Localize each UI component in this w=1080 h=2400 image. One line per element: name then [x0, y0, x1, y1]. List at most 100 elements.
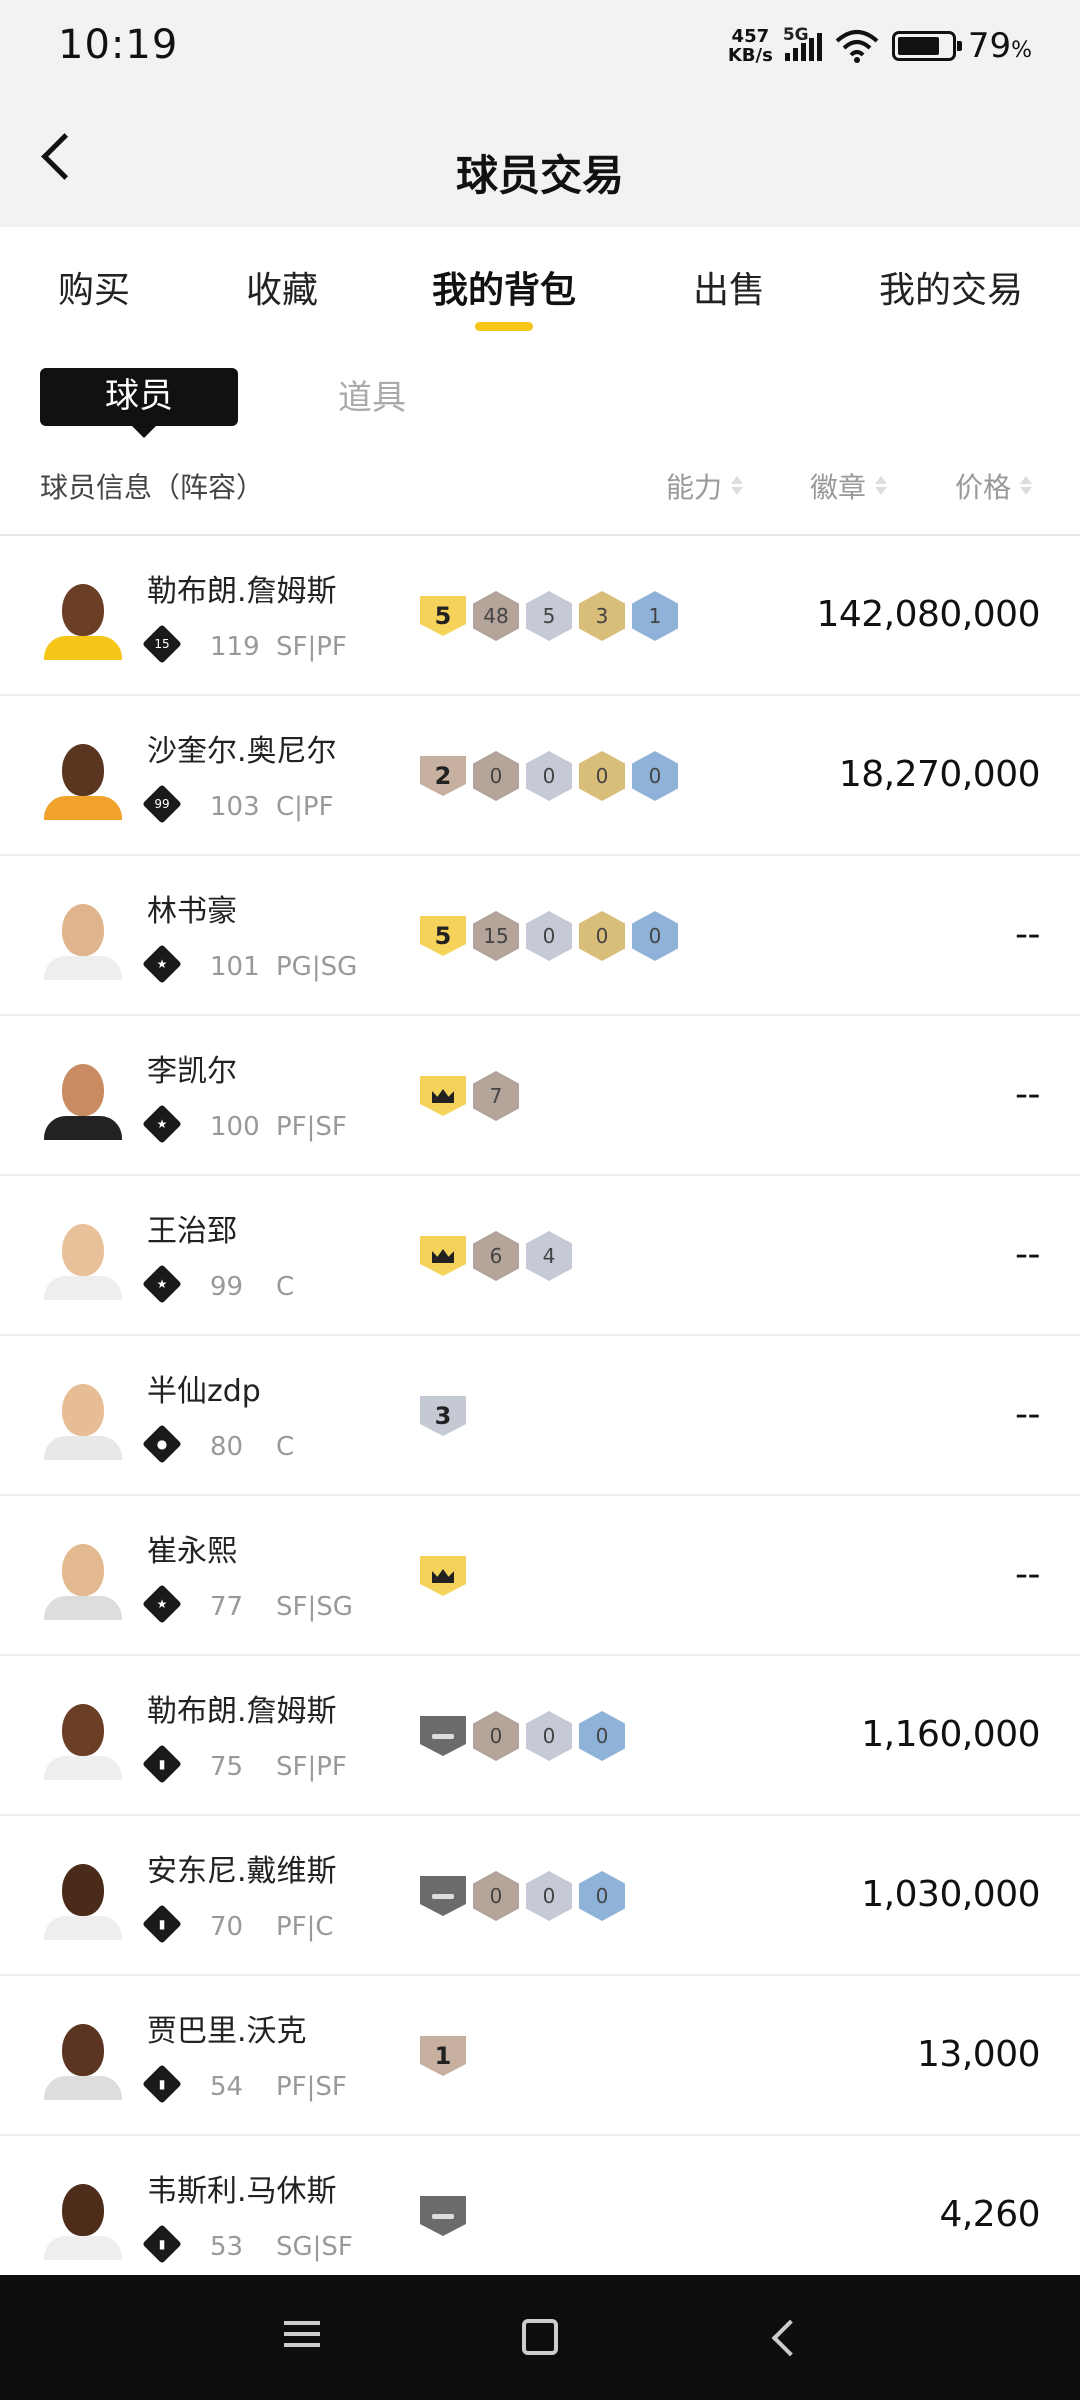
player-name: 林书豪 — [147, 894, 237, 929]
player-avatar — [40, 1214, 126, 1300]
player-rating: 103 — [210, 792, 260, 822]
player-position: PG|SG — [276, 952, 358, 982]
sort-ability[interactable]: 能力 — [666, 466, 744, 506]
badge-group: 64 — [420, 1231, 572, 1281]
player-row[interactable]: 崔永熙 ★ 77 SF|SG -- — [0, 1496, 1080, 1656]
level-badge: 1 — [420, 2036, 466, 2076]
tab-buy[interactable]: 购买 — [58, 261, 130, 313]
player-row[interactable]: 李凯尔 ★ 100 PF|SF 7 -- — [0, 1016, 1080, 1176]
badge-count: 4 — [526, 1231, 572, 1281]
menu-icon[interactable] — [284, 2315, 324, 2355]
badge-count: 0 — [473, 1711, 519, 1761]
badge-count: 15 — [473, 911, 519, 961]
badge-count: 0 — [579, 1871, 625, 1921]
status-bar: 10:19 457 KB/s 5G 79% — [0, 0, 1080, 92]
sort-price[interactable]: 价格 — [955, 466, 1033, 506]
player-rating: 99 — [210, 1272, 244, 1302]
player-row[interactable]: 沙奎尔.奥尼尔 99 103 C|PF 2 0 0 0 0 18,270,000 — [0, 696, 1080, 856]
player-name: 沙奎尔.奥尼尔 — [147, 734, 337, 769]
badge-count: 0 — [526, 751, 572, 801]
player-price: -- — [1015, 1554, 1040, 1595]
badge-group — [420, 1552, 466, 1600]
badge-count: 0 — [526, 1711, 572, 1761]
player-row[interactable]: 贾巴里.沃克 ▮ 54 PF|SF 1 13,000 — [0, 1976, 1080, 2136]
home-square-icon[interactable] — [522, 2319, 558, 2355]
rank-icon: ★ — [142, 1104, 182, 1144]
player-row[interactable]: 王治郅 ★ 99 C 6 4 -- — [0, 1176, 1080, 1336]
player-rating: 53 — [210, 2232, 244, 2262]
player-position: PF|C — [276, 1912, 334, 1942]
back-triangle-icon[interactable] — [765, 2319, 801, 2355]
tab-my-trades[interactable]: 我的交易 — [879, 261, 1023, 313]
badge-count: 0 — [579, 911, 625, 961]
player-position: C — [276, 1432, 295, 1462]
player-position: SG|SF — [276, 2232, 353, 2262]
subtab-items[interactable]: 道具 — [338, 370, 406, 426]
badge-count: 7 — [473, 1071, 519, 1121]
player-price: -- — [1015, 914, 1040, 955]
page-title: 球员交易 — [455, 151, 624, 200]
player-avatar — [40, 1534, 126, 1620]
badge-group: 20000 — [420, 751, 678, 801]
player-price: -- — [1015, 1234, 1040, 1275]
sort-icon — [1019, 474, 1033, 498]
rank-icon: 99 — [142, 784, 182, 824]
player-rating: 54 — [210, 2072, 244, 2102]
level-badge: 3 — [420, 1396, 466, 1436]
battery-percent: 79% — [967, 26, 1032, 66]
rank-icon: ★ — [142, 1264, 182, 1304]
subtab-players[interactable]: 球员 — [40, 368, 238, 438]
player-row[interactable]: 勒布朗.詹姆斯 15 119 SF|PF 5 48 5 3 1 142,080,000 — [0, 536, 1080, 696]
player-avatar — [40, 894, 126, 980]
rank-icon: ▮ — [142, 1904, 182, 1944]
player-price: 4,260 — [939, 2194, 1040, 2235]
player-name: 李凯尔 — [147, 1054, 237, 1089]
player-row[interactable]: 林书豪 ★ 101 PG|SG 5 15 0 0 0 -- — [0, 856, 1080, 1016]
badge-count: 0 — [473, 751, 519, 801]
player-row[interactable]: 韦斯利.马休斯 ▮ 53 SG|SF 4,260 — [0, 2136, 1080, 2296]
rank-icon: ★ — [142, 944, 182, 984]
column-header: 球员信息（阵容） 能力 徽章 价格 — [0, 460, 1080, 536]
rank-icon: ▮ — [142, 1744, 182, 1784]
player-rating: 77 — [210, 1592, 244, 1622]
network-speed: 457 KB/s — [727, 26, 773, 66]
dash-level-icon — [420, 1716, 466, 1756]
badge-count: 3 — [579, 591, 625, 641]
main-tabs: 购买 收藏 我的背包 出售 我的交易 — [0, 227, 1080, 347]
crown-level-icon — [420, 1236, 466, 1276]
player-rating: 119 — [210, 632, 260, 662]
player-position: PF|SF — [276, 1112, 347, 1142]
sort-badge[interactable]: 徽章 — [810, 466, 888, 506]
player-name: 贾巴里.沃克 — [147, 2014, 307, 2049]
player-row[interactable]: 勒布朗.詹姆斯 ▮ 75 SF|PF 0 0 0 1,160,000 — [0, 1656, 1080, 1816]
badge-count: 0 — [473, 1871, 519, 1921]
player-name: 勒布朗.詹姆斯 — [147, 1694, 337, 1729]
player-price: 13,000 — [917, 2034, 1040, 2075]
badge-count: 0 — [526, 911, 572, 961]
tab-sell[interactable]: 出售 — [693, 261, 765, 313]
badge-group: 1 — [420, 2032, 466, 2080]
status-time: 10:19 — [58, 22, 179, 68]
player-avatar — [40, 2014, 126, 2100]
badge-group — [420, 2192, 466, 2240]
rank-icon: ▮ — [142, 2064, 182, 2104]
dash-level-icon — [420, 2196, 466, 2236]
badge-count: 0 — [579, 1711, 625, 1761]
badge-count: 5 — [526, 591, 572, 641]
player-row[interactable]: 安东尼.戴维斯 ▮ 70 PF|C 0 0 0 1,030,000 — [0, 1816, 1080, 1976]
player-rating: 101 — [210, 952, 260, 982]
tab-favorites[interactable]: 收藏 — [246, 261, 318, 313]
player-name: 安东尼.戴维斯 — [147, 1854, 337, 1889]
badge-count: 0 — [632, 751, 678, 801]
player-avatar — [40, 2174, 126, 2260]
player-name: 崔永熙 — [147, 1534, 237, 1569]
tab-my-backpack[interactable]: 我的背包 — [432, 261, 576, 313]
player-row[interactable]: 半仙zdp ● 80 C 3 -- — [0, 1336, 1080, 1496]
badge-count: 6 — [473, 1231, 519, 1281]
rank-icon: 15 — [142, 624, 182, 664]
column-player-info: 球员信息（阵容） — [40, 471, 265, 504]
player-avatar — [40, 574, 126, 660]
player-position: C — [276, 1272, 295, 1302]
player-rating: 100 — [210, 1112, 260, 1142]
badge-group: 7 — [420, 1071, 519, 1121]
